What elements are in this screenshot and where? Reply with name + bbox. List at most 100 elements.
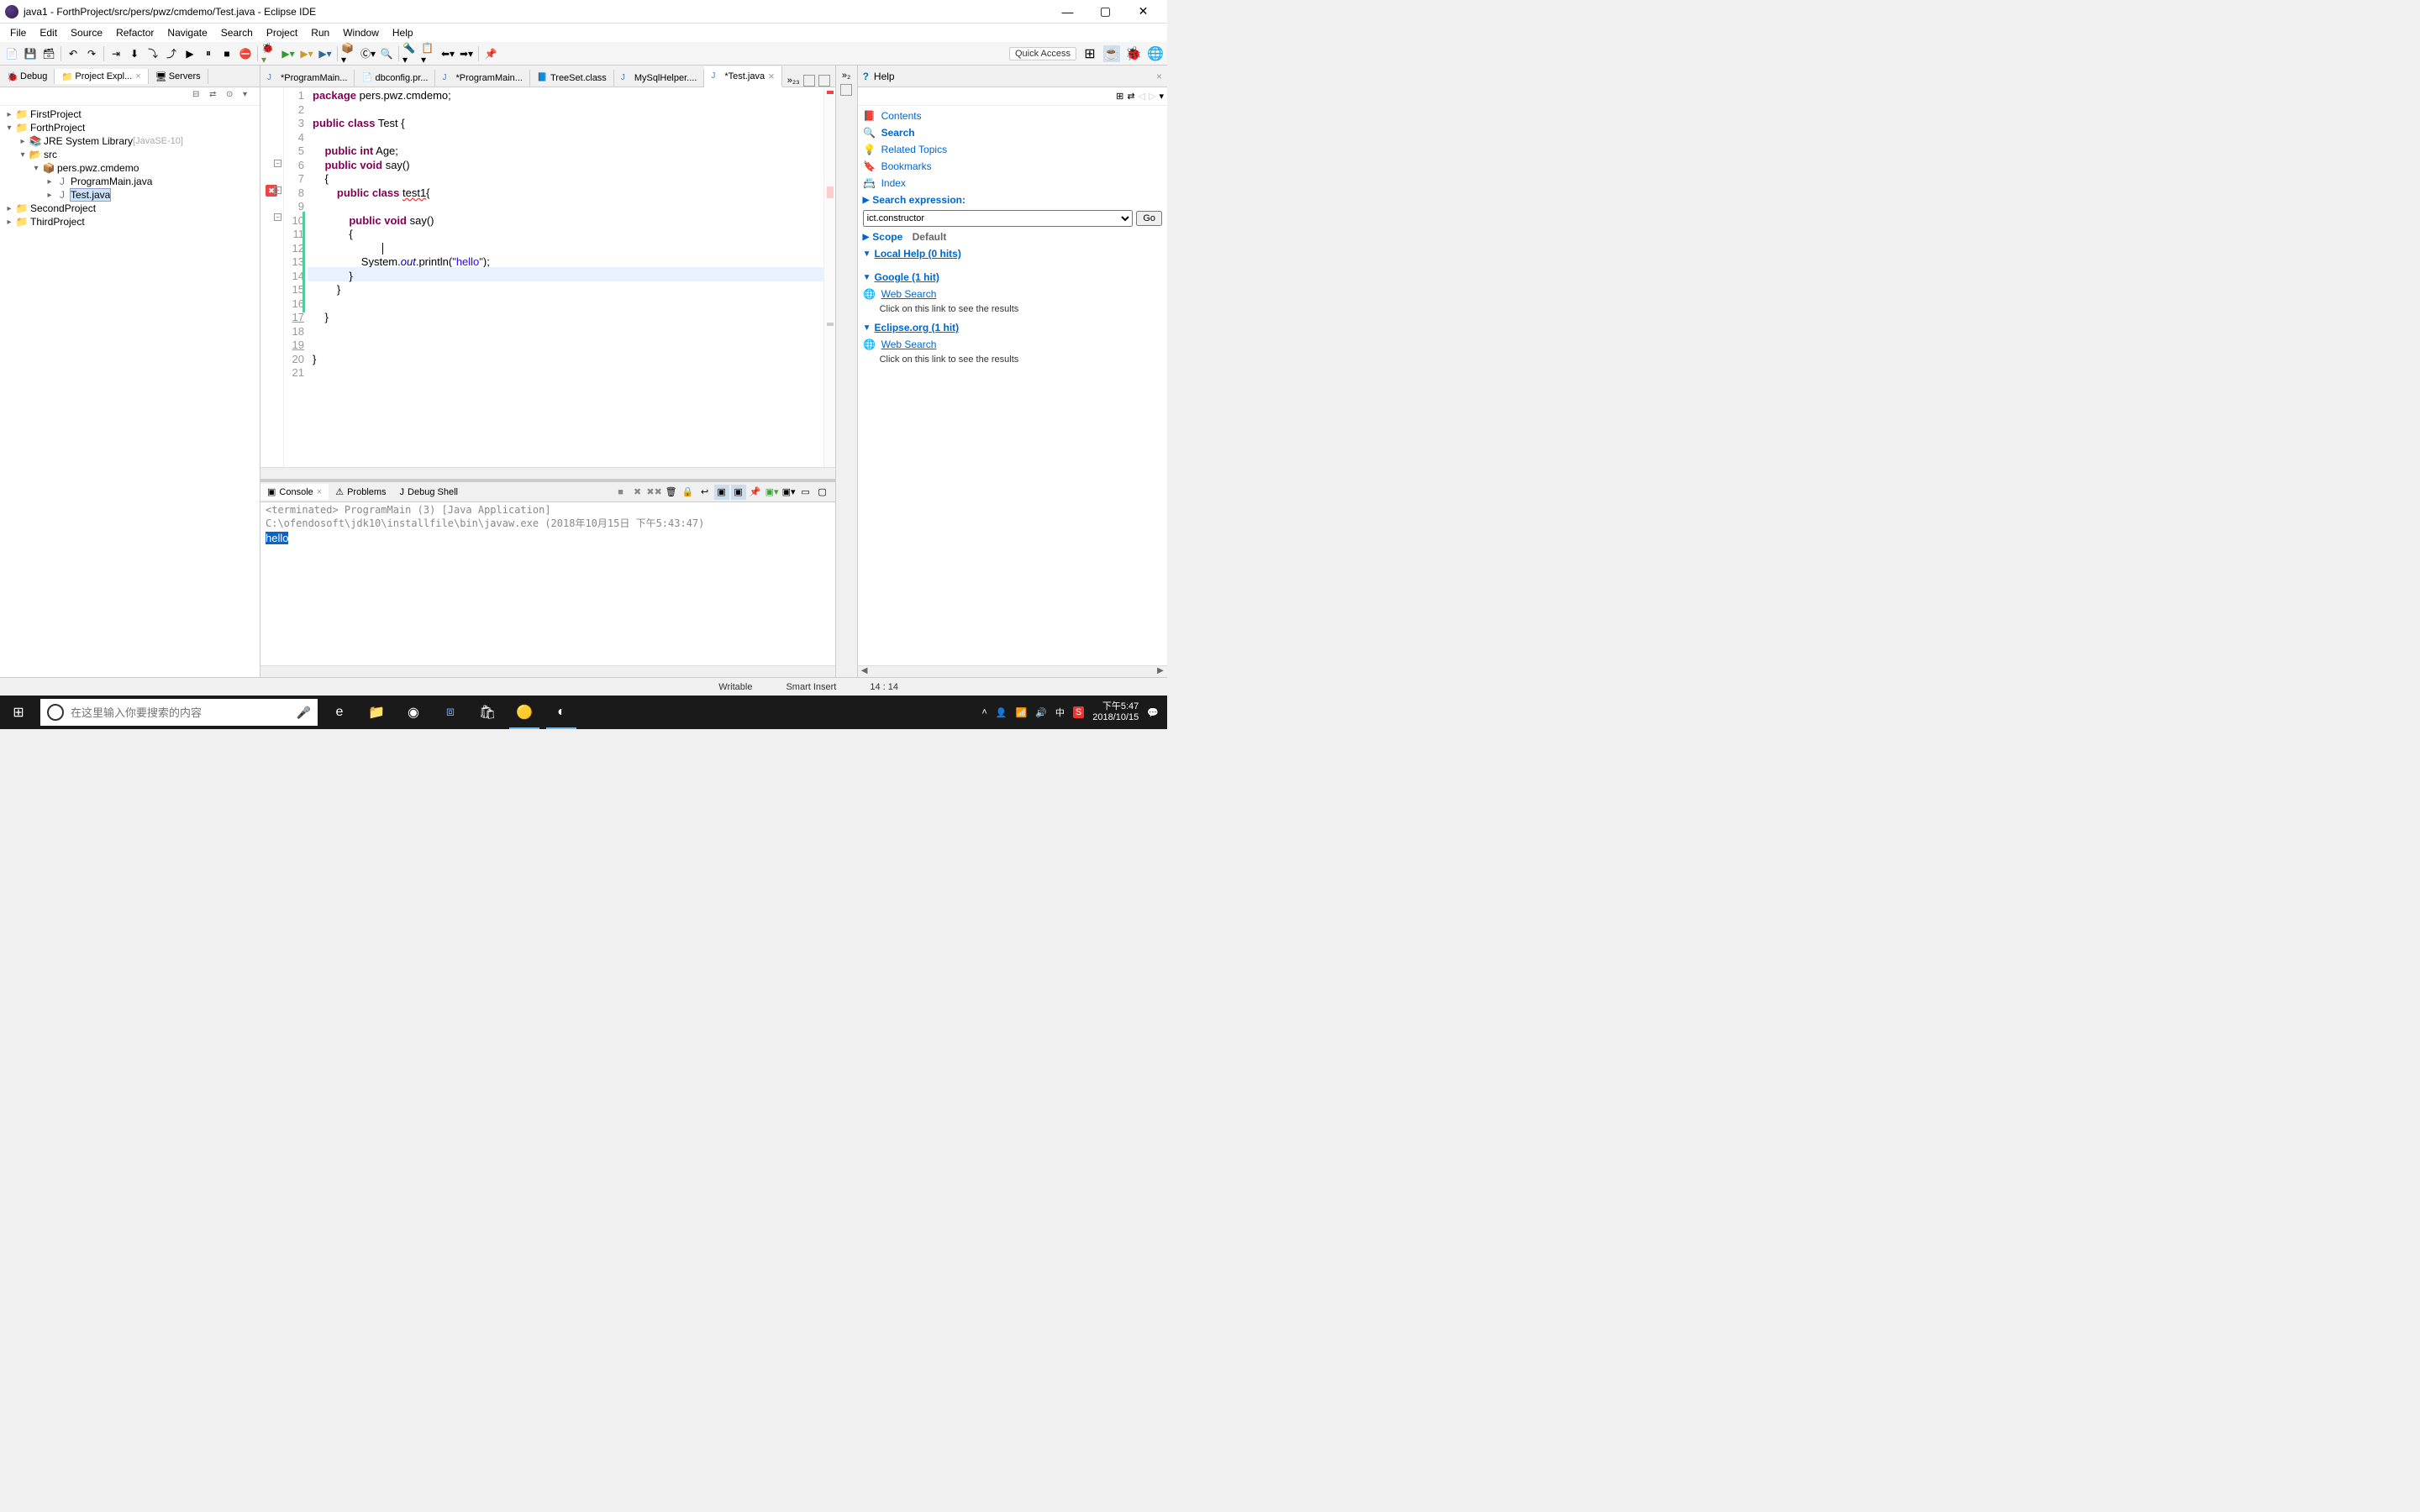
close-icon[interactable]: × bbox=[1156, 71, 1162, 82]
web-search-link[interactable]: 🌐Web Search bbox=[860, 336, 1165, 353]
minimize-view-button[interactable] bbox=[803, 75, 815, 87]
local-help-section[interactable]: ▼Local Help (0 hits) bbox=[860, 245, 1165, 262]
notifications-icon[interactable]: 💬 bbox=[1147, 707, 1159, 718]
menu-window[interactable]: Window bbox=[336, 25, 386, 40]
collapse-arrow-icon[interactable]: ▾ bbox=[17, 150, 29, 160]
minimize-button[interactable]: — bbox=[1049, 0, 1086, 24]
clear-button[interactable]: 🗑 bbox=[664, 485, 679, 500]
back-button[interactable]: ◁ bbox=[1139, 91, 1145, 102]
terminate-button[interactable]: ■ bbox=[218, 45, 235, 62]
taskbar-search[interactable]: 🎤 bbox=[40, 699, 318, 726]
new-class-button[interactable]: Ⓒ▾ bbox=[360, 45, 376, 62]
undo-button[interactable]: ↶ bbox=[65, 45, 82, 62]
suspend-button[interactable]: ⏸ bbox=[200, 45, 217, 62]
display-button[interactable]: ▣▾ bbox=[765, 485, 780, 500]
word-wrap-button[interactable]: ↩ bbox=[697, 485, 713, 500]
debug-perspective-button[interactable]: 🐞 bbox=[1125, 45, 1142, 62]
open-console-button[interactable]: ▣▾ bbox=[781, 485, 797, 500]
more-tabs-button[interactable]: »₂₃ bbox=[787, 76, 800, 86]
jre-library[interactable]: ▸ 📚 JRE System Library [JavaSE-10] bbox=[3, 134, 256, 148]
minimize-button[interactable]: ▭ bbox=[798, 485, 813, 500]
back-button[interactable]: ⬅▾ bbox=[439, 45, 456, 62]
step-button[interactable]: ⇥ bbox=[108, 45, 124, 62]
expand-arrow-icon[interactable]: ▸ bbox=[44, 191, 55, 200]
remove-all-button[interactable]: ✖✖ bbox=[647, 485, 662, 500]
close-icon[interactable]: × bbox=[317, 487, 322, 497]
close-button[interactable]: ✕ bbox=[1124, 0, 1162, 24]
clock[interactable]: 下午5:47 2018/10/15 bbox=[1092, 701, 1139, 723]
collapse-all-button[interactable]: ⊟ bbox=[192, 90, 206, 103]
package-node[interactable]: ▾ 📦 pers.pwz.cmdemo bbox=[3, 161, 256, 175]
fold-marker-icon[interactable]: − bbox=[274, 186, 281, 194]
search-input[interactable] bbox=[71, 706, 290, 719]
tab-debug-shell[interactable]: J Debug Shell bbox=[393, 485, 465, 500]
quick-access[interactable]: Quick Access bbox=[1009, 47, 1076, 60]
console-h-scrollbar[interactable] bbox=[260, 665, 835, 677]
pin-button[interactable]: 📌 bbox=[748, 485, 763, 500]
menu-edit[interactable]: Edit bbox=[33, 25, 64, 40]
help-search[interactable]: 🔍Search bbox=[860, 124, 1165, 141]
chrome-icon[interactable]: ◉ bbox=[395, 696, 432, 729]
mic-icon[interactable]: 🎤 bbox=[297, 706, 311, 720]
console-output[interactable]: hello bbox=[260, 532, 835, 665]
editor-tab[interactable]: J*ProgramMain... bbox=[435, 70, 529, 87]
menu-run[interactable]: Run bbox=[304, 25, 336, 40]
sogou-icon[interactable]: S bbox=[1073, 706, 1084, 718]
help-contents[interactable]: 📕Contents bbox=[860, 108, 1165, 124]
terminate-button[interactable]: ■ bbox=[613, 485, 629, 500]
help-h-scrollbar[interactable]: ◀ ▶ bbox=[858, 665, 1167, 677]
fold-marker-icon[interactable]: − bbox=[274, 213, 281, 221]
network-icon[interactable]: 📶 bbox=[1015, 707, 1027, 718]
scroll-left-button[interactable]: ◀ bbox=[858, 666, 871, 677]
step-into-button[interactable]: ⬇ bbox=[126, 45, 143, 62]
help-body[interactable]: 📕Contents 🔍Search 💡Related Topics 🔖Bookm… bbox=[858, 106, 1167, 665]
editor-tab[interactable]: 📄dbconfig.pr... bbox=[355, 70, 435, 87]
ext-tools-button[interactable]: ▶▾ bbox=[317, 45, 334, 62]
code-content[interactable]: package pers.pwz.cmdemo; public class Te… bbox=[308, 87, 823, 467]
save-all-button[interactable]: 🗃 bbox=[40, 45, 57, 62]
file-programmain[interactable]: ▸ J ProgramMain.java bbox=[3, 175, 256, 188]
error-overview-mark[interactable] bbox=[827, 91, 834, 94]
open-type-button[interactable]: 🔍 bbox=[378, 45, 395, 62]
tab-console[interactable]: ▣ Console × bbox=[260, 484, 329, 500]
debug-button[interactable]: 🐞▾ bbox=[261, 45, 278, 62]
expand-arrow-icon[interactable]: ▸ bbox=[3, 110, 15, 119]
tab-problems[interactable]: ⚠ Problems bbox=[329, 484, 392, 500]
error-range-mark[interactable] bbox=[827, 186, 834, 198]
tab-help[interactable]: ? Help × bbox=[858, 66, 1167, 87]
expand-arrow-icon[interactable]: ▸ bbox=[17, 137, 29, 146]
app-icon[interactable]: 🟡 bbox=[506, 696, 543, 729]
save-button[interactable]: 💾 bbox=[22, 45, 39, 62]
menu-project[interactable]: Project bbox=[260, 25, 304, 40]
store-icon[interactable]: 🛍 bbox=[469, 696, 506, 729]
web-search-link[interactable]: 🌐Web Search bbox=[860, 286, 1165, 302]
open-perspective-button[interactable]: ⊞ bbox=[1081, 45, 1098, 62]
src-folder[interactable]: ▾ 📂 src bbox=[3, 148, 256, 161]
project-forthproject[interactable]: ▾ 📁 ForthProject bbox=[3, 121, 256, 134]
search-expression-input[interactable]: ict.constructor bbox=[863, 210, 1134, 227]
scroll-right-button[interactable]: ▶ bbox=[1154, 666, 1167, 677]
menu-navigate[interactable]: Navigate bbox=[160, 25, 213, 40]
view-menu-button[interactable]: ▾ bbox=[1159, 91, 1164, 102]
maximize-view-button[interactable] bbox=[818, 75, 830, 87]
file-explorer-icon[interactable]: 📁 bbox=[358, 696, 395, 729]
ime-indicator[interactable]: 中 bbox=[1055, 706, 1065, 719]
help-related[interactable]: 💡Related Topics bbox=[860, 141, 1165, 158]
remove-launch-button[interactable]: ✖ bbox=[630, 485, 645, 500]
expand-arrow-icon[interactable]: ▸ bbox=[3, 218, 15, 227]
resume-button[interactable]: ▶ bbox=[182, 45, 198, 62]
help-index[interactable]: 📇Index bbox=[860, 175, 1165, 192]
restore-button[interactable] bbox=[840, 84, 852, 96]
java-perspective-button[interactable]: ☕ bbox=[1103, 45, 1120, 62]
edge-icon[interactable]: e bbox=[321, 696, 358, 729]
javaee-perspective-button[interactable]: 🌐 bbox=[1147, 45, 1164, 62]
volume-icon[interactable]: 🔊 bbox=[1035, 707, 1047, 718]
forward-button[interactable]: ▷ bbox=[1149, 91, 1155, 102]
step-return-button[interactable]: ⤴ bbox=[163, 45, 180, 62]
help-bookmarks[interactable]: 🔖Bookmarks bbox=[860, 158, 1165, 175]
pin-button[interactable]: 📌 bbox=[482, 45, 499, 62]
code-editor[interactable]: ✖ − − − 12345678910111213141516171819202… bbox=[260, 87, 835, 467]
start-button[interactable]: ⊞ bbox=[0, 696, 37, 729]
tab-project-explorer[interactable]: 📁 Project Expl... × bbox=[55, 69, 148, 84]
menu-refactor[interactable]: Refactor bbox=[109, 25, 160, 40]
